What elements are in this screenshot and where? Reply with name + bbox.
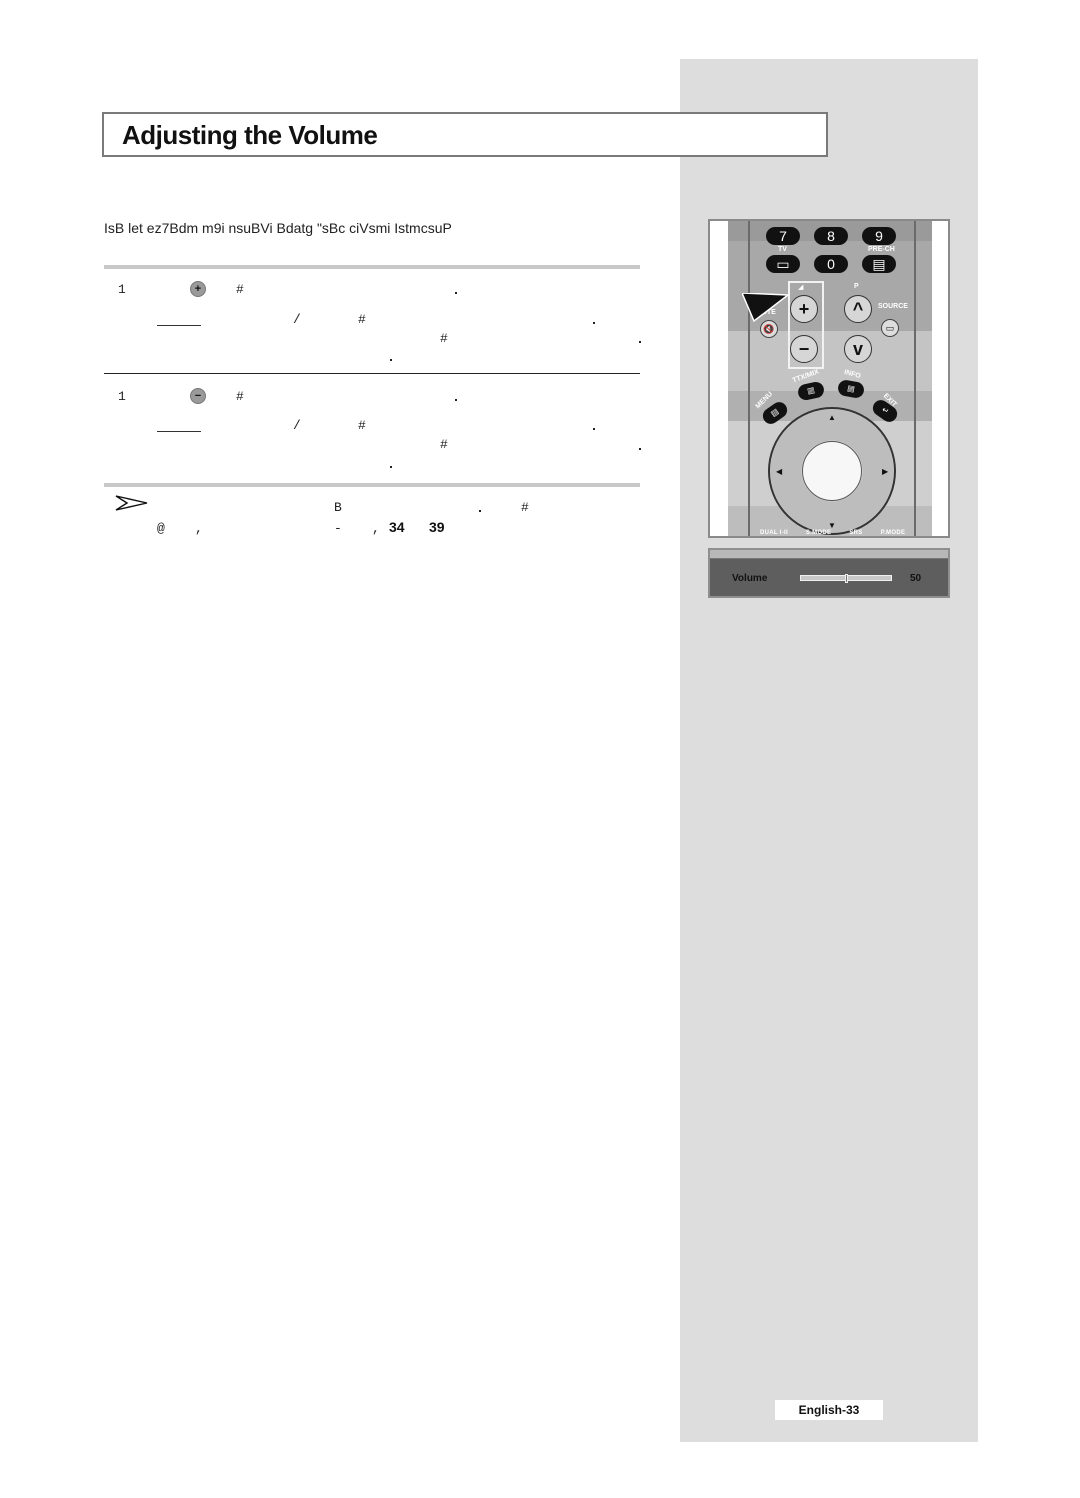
channel-up-button: ^ xyxy=(844,295,872,323)
arrow-pointer-icon xyxy=(115,495,148,511)
separator-bottom xyxy=(104,483,640,487)
remote-control-illustration: 7 8 9 TV PRE-CH ▭ 0 ▤ ◢ + − P ^ v SOURCE… xyxy=(708,219,950,538)
glyph-hash: # xyxy=(358,418,366,433)
page-number: English-33 xyxy=(775,1400,883,1420)
glyph-period xyxy=(455,399,457,401)
osd-volume-value: 50 xyxy=(910,573,922,584)
glyph-period xyxy=(455,292,457,294)
volume-down-icon: − xyxy=(190,388,206,404)
glyph-period xyxy=(390,466,392,468)
glyph-dash: - xyxy=(334,521,342,536)
underline xyxy=(157,431,201,432)
arrow-up-icon: ▲ xyxy=(828,413,836,422)
remote-rail xyxy=(914,221,916,536)
glyph-hash: # xyxy=(236,282,244,297)
glyph-hash: # xyxy=(358,312,366,327)
osd-volume-track xyxy=(800,574,892,583)
glyph-period xyxy=(479,510,481,512)
volume-wedge-icon: ◢ xyxy=(798,284,804,291)
source-label: SOURCE xyxy=(878,303,908,310)
glyph-b: B xyxy=(334,500,342,515)
page-ref: 39 xyxy=(429,519,445,535)
volume-up-button: + xyxy=(790,295,818,323)
osd-volume-thumb xyxy=(844,574,848,583)
glyph-period xyxy=(593,322,595,324)
osd-volume-label: Volume xyxy=(732,573,768,584)
glyph-at: @ xyxy=(157,521,165,536)
glyph-period xyxy=(593,428,595,430)
intro-text: IsB let ez7Bdm m9i nsuBVi Bdatg "sBc ciV… xyxy=(104,220,452,236)
title-box: Adjusting the Volume xyxy=(102,112,828,157)
dual-label: DUAL I-II xyxy=(760,530,788,536)
tv-key: ▭ xyxy=(766,255,800,273)
key-0: 0 xyxy=(814,255,848,273)
separator-mid xyxy=(104,373,640,374)
glyph-period xyxy=(390,359,392,361)
channel-down-button: v xyxy=(844,335,872,363)
step-number: 1 xyxy=(118,282,126,297)
glyph-period xyxy=(639,341,641,343)
srs-label: SRS xyxy=(849,530,863,536)
source-button: ▭ xyxy=(881,319,899,337)
page-ref: 34 xyxy=(389,519,405,535)
pre-ch-label: PRE-CH xyxy=(868,246,895,253)
volume-osd: Volume 50 xyxy=(708,548,950,598)
p-mode-label: P.MODE xyxy=(880,530,906,536)
glyph-hash: # xyxy=(236,389,244,404)
tv-label: TV xyxy=(778,246,787,253)
glyph-hash: # xyxy=(440,331,448,346)
underline xyxy=(157,325,201,326)
arrow-down-icon: ▼ xyxy=(828,521,836,530)
key-8: 8 xyxy=(814,227,848,245)
pointer-arrow-icon xyxy=(742,293,790,323)
arrow-left-icon: ◀ xyxy=(776,467,783,476)
glyph-hash: # xyxy=(440,437,448,452)
pre-ch-key: ▤ xyxy=(862,255,896,273)
glyph-comma: , xyxy=(372,521,380,536)
separator-top xyxy=(104,265,640,269)
glyph-slash: / xyxy=(293,418,301,433)
dpad-enter xyxy=(802,441,862,501)
key-7: 7 xyxy=(766,227,800,245)
glyph-hash: # xyxy=(521,500,529,515)
p-label: P xyxy=(854,283,859,290)
dpad: ▲ ▼ ◀ ▶ xyxy=(768,407,896,535)
glyph-slash: / xyxy=(293,312,301,327)
step-number: 1 xyxy=(118,389,126,404)
volume-down-button: − xyxy=(790,335,818,363)
s-mode-label: S.MODE xyxy=(805,530,832,536)
remote-rail xyxy=(748,221,750,536)
arrow-right-icon: ▶ xyxy=(882,467,889,476)
key-9: 9 xyxy=(862,227,896,245)
remote-bottom-labels: DUAL I-II S.MODE SRS P.MODE xyxy=(760,530,921,536)
glyph-period xyxy=(639,448,641,450)
glyph-comma: , xyxy=(195,521,203,536)
page-title: Adjusting the Volume xyxy=(122,120,378,150)
osd-header-bar xyxy=(710,550,948,559)
volume-up-icon: + xyxy=(190,281,206,297)
